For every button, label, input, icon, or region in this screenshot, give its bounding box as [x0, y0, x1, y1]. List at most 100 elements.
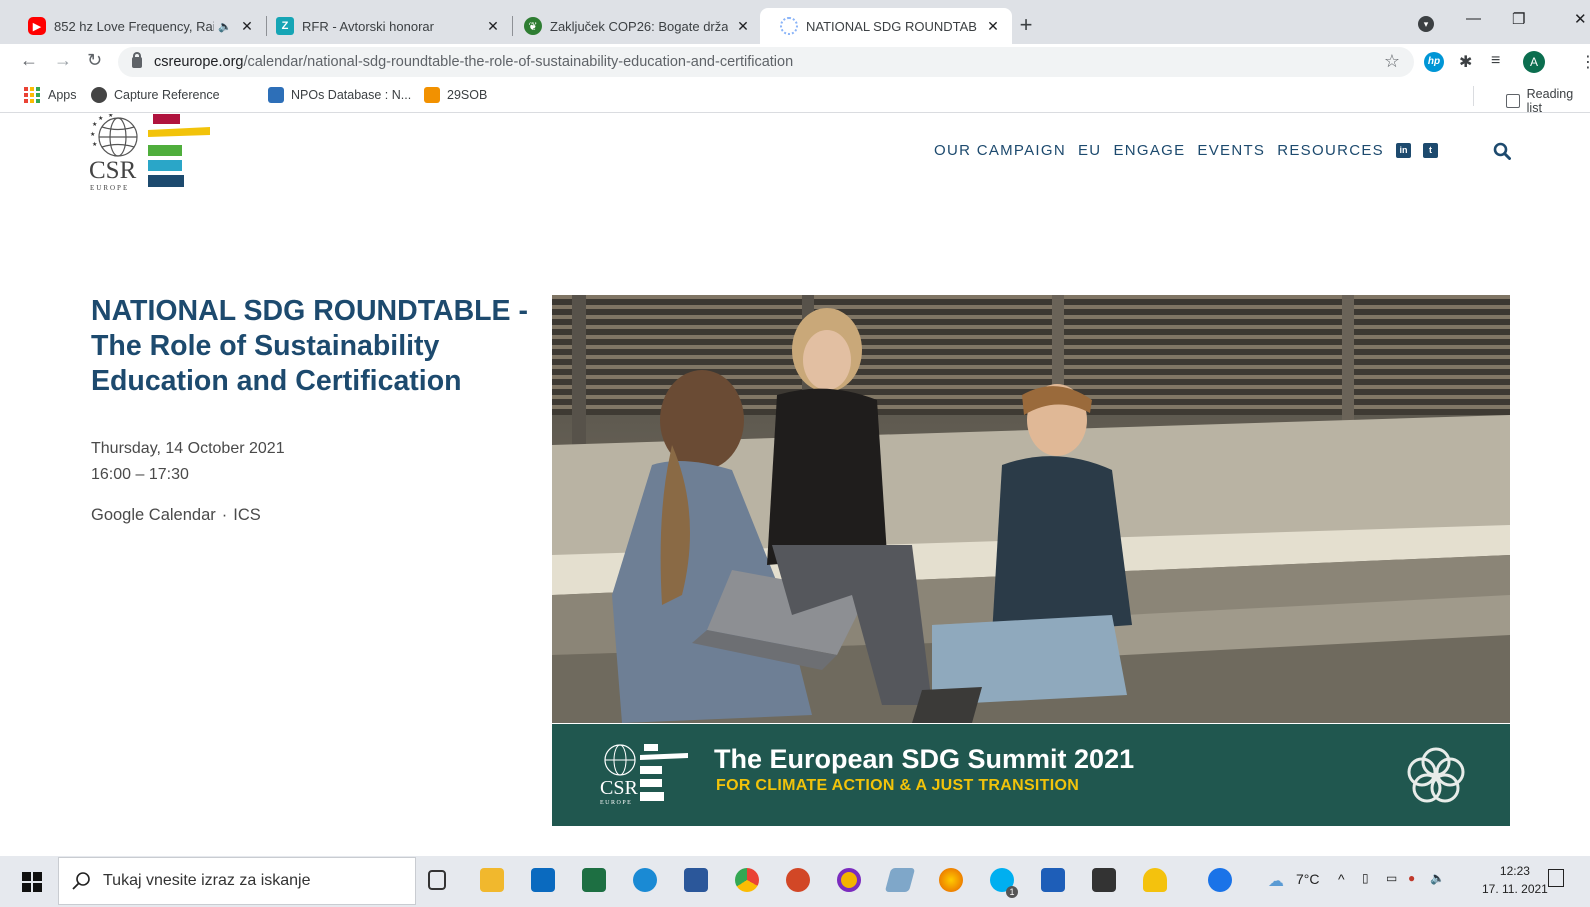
twitter-icon[interactable]: t — [1422, 143, 1438, 158]
tab-search-icon[interactable]: ▾ — [1418, 16, 1434, 32]
nav-events[interactable]: EVENTS — [1197, 142, 1265, 159]
bookmark-29sob[interactable]: 29SOB — [424, 87, 487, 103]
svg-text:EUROPE: EUROPE — [90, 184, 129, 192]
nav-resources[interactable]: RESOURCES — [1277, 142, 1384, 159]
windows-start-icon[interactable] — [22, 872, 42, 892]
restore-icon[interactable]: ❐ — [1512, 10, 1525, 28]
profile-avatar[interactable]: A — [1523, 51, 1545, 73]
security-house-icon[interactable] — [1143, 868, 1167, 892]
store-bag-icon[interactable] — [1092, 868, 1116, 892]
reading-queue-icon[interactable]: ≡ — [1491, 52, 1500, 70]
svg-text:CSR: CSR — [89, 157, 137, 184]
tray-chevron-up-icon[interactable]: ^ — [1338, 871, 1345, 887]
speaker-icon[interactable]: 🔈 — [218, 20, 232, 33]
excel-icon[interactable] — [582, 868, 606, 892]
extensions-puzzle-icon[interactable]: ✱ — [1459, 52, 1472, 72]
nav-our-campaign[interactable]: OUR CAMPAIGN — [934, 142, 1066, 159]
bookmark-npos-database[interactable]: NPOs Database : N... — [268, 87, 411, 103]
powerpoint-icon[interactable] — [786, 868, 810, 892]
back-icon[interactable]: ← — [20, 50, 38, 71]
notification-center-icon[interactable] — [1548, 869, 1564, 887]
volume-icon[interactable]: 🔈 — [1430, 871, 1445, 885]
forward-icon[interactable]: → — [54, 50, 72, 71]
tab-active-csr[interactable]: NATIONAL SDG ROUNDTABLE - T ✕ — [760, 8, 1012, 44]
sdg-flower-icon — [1407, 747, 1465, 803]
system-clock[interactable]: 12:23 17. 11. 2021 — [1482, 862, 1548, 898]
csr-europe-banner-logo: CSR EUROPE — [600, 744, 688, 806]
leaf-icon: ❦ — [524, 17, 542, 35]
search-icon — [72, 872, 90, 890]
outlook-icon[interactable] — [531, 868, 555, 892]
nav-engage[interactable]: ENGAGE — [1113, 142, 1185, 159]
youtube-icon: ▶ — [28, 17, 46, 35]
help-icon[interactable] — [1208, 868, 1232, 892]
csr-europe-logo[interactable]: ★★★★ ★ CSR EUROPE — [88, 114, 210, 192]
vpn-shield-icon[interactable] — [837, 868, 861, 892]
send-icon[interactable] — [1041, 868, 1065, 892]
event-date: Thursday, 14 October 2021 — [91, 440, 285, 457]
menu-kebab-icon[interactable]: ⋮ — [1580, 52, 1590, 72]
calendar-links: Google Calendar · ICS — [91, 506, 261, 524]
bookmarks-separator — [1473, 86, 1474, 106]
new-tab-button[interactable]: + — [1013, 12, 1039, 38]
close-tab-icon[interactable]: ✕ — [734, 18, 752, 35]
linkedin-icon[interactable]: in — [1395, 143, 1411, 158]
chrome-icon[interactable] — [735, 868, 759, 892]
event-datetime: Thursday, 14 October 2021 16:00 – 17:30 — [91, 436, 285, 488]
banner-title: The European SDG Summit 2021 — [714, 744, 1135, 774]
close-window-icon[interactable]: ✕ — [1574, 10, 1587, 28]
tray-device-icon[interactable]: ▯ — [1362, 871, 1369, 885]
weather-temperature[interactable]: 7°C — [1296, 871, 1320, 887]
z-icon: Z — [276, 17, 294, 35]
taskbar-search-input[interactable]: Tukaj vnesite izraz za iskanje — [58, 857, 416, 905]
tab-rfr[interactable]: Z RFR - Avtorski honorar ✕ — [256, 8, 512, 44]
tab-youtube[interactable]: ▶ 852 hz Love Frequency, Raise 🔈 ✕ — [8, 8, 266, 44]
ics-link[interactable]: ICS — [233, 506, 261, 524]
task-view-icon[interactable] — [428, 870, 446, 890]
google-calendar-link[interactable]: Google Calendar — [91, 506, 216, 524]
nav-eu[interactable]: EU — [1078, 142, 1101, 159]
tab-cop26[interactable]: ❦ Zaključek COP26: Bogate države ✕ — [504, 8, 762, 44]
edge-icon[interactable] — [633, 868, 657, 892]
bookmark-apps[interactable]: Apps — [24, 87, 77, 103]
database-icon — [268, 87, 284, 103]
apps-grid-icon — [24, 87, 40, 103]
close-tab-icon[interactable]: ✕ — [984, 18, 1002, 35]
svg-text:★: ★ — [90, 131, 95, 138]
banner-subtitle: FOR CLIMATE ACTION & A JUST TRANSITION — [716, 777, 1080, 794]
reading-list-button[interactable]: Reading list — [1506, 87, 1590, 115]
battery-icon[interactable]: ▭ — [1386, 871, 1397, 885]
skype-badge: 1 — [1006, 886, 1018, 898]
word-icon[interactable] — [684, 868, 708, 892]
notes-icon[interactable] — [884, 868, 916, 892]
windows-taskbar: Tukaj vnesite izraz za iskanje 1 ☁ 7°C ^… — [0, 856, 1590, 907]
reload-icon[interactable]: ↻ — [87, 50, 102, 71]
network-icon[interactable]: ● — [1408, 871, 1415, 885]
file-explorer-icon[interactable] — [480, 868, 504, 892]
site-search-icon[interactable] — [1493, 142, 1511, 160]
capture-icon — [91, 87, 107, 103]
globe-icon — [780, 17, 798, 35]
tab-strip: ▶ 852 hz Love Frequency, Raise 🔈 ✕ Z RFR… — [0, 0, 1590, 44]
bookmark-star-icon[interactable]: ☆ — [1384, 51, 1400, 72]
bookmark-capture-reference[interactable]: Capture Reference — [91, 87, 220, 103]
sdg-summit-banner[interactable]: CSR EUROPE The European SDG Summit 2021 … — [552, 724, 1510, 826]
hp-extension-icon[interactable]: hp — [1424, 52, 1444, 72]
minimize-icon[interactable]: — — [1466, 10, 1481, 27]
main-navigation: OUR CAMPAIGN EU ENGAGE EVENTS RESOURCES … — [934, 142, 1438, 159]
reading-list-icon — [1506, 94, 1520, 108]
browser-toolbar: ← → ↻ csreurope.org/calendar/national-sd… — [0, 44, 1590, 80]
close-tab-icon[interactable]: ✕ — [484, 18, 502, 35]
firefox-icon[interactable] — [939, 868, 963, 892]
svg-text:★: ★ — [92, 141, 97, 148]
svg-text:EUROPE: EUROPE — [600, 800, 632, 806]
folder-icon — [424, 87, 440, 103]
lock-icon[interactable] — [132, 51, 142, 68]
svg-text:★: ★ — [92, 121, 97, 128]
page-content: ★ ★ ★ ★ ★ CSR EUROPE OUR CAMPAIGN EU ENGAGE … — [0, 114, 1590, 856]
close-tab-icon[interactable]: ✕ — [238, 18, 256, 35]
bookmarks-bar: Apps Capture Reference NPOs Database : N… — [0, 80, 1590, 115]
event-time: 16:00 – 17:30 — [91, 466, 189, 483]
address-bar[interactable]: csreurope.org/calendar/national-sdg-roun… — [118, 47, 1414, 77]
weather-cloud-icon[interactable]: ☁ — [1268, 871, 1284, 891]
